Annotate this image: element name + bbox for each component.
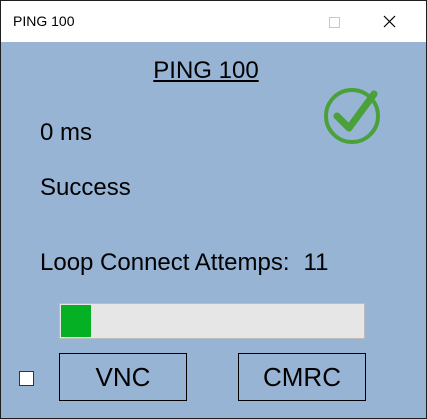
loop-attempts-label: Loop Connect Attemps: xyxy=(40,249,290,276)
page-title: PING 100 xyxy=(153,57,259,84)
option-checkbox[interactable] xyxy=(19,371,34,386)
check-circle-icon xyxy=(324,88,380,144)
progress-bar xyxy=(59,303,365,339)
title-bar[interactable]: PING 100 xyxy=(1,1,426,42)
maximize-button[interactable] xyxy=(311,1,357,42)
cmrc-button[interactable]: CMRC xyxy=(238,353,366,401)
app-window: PING 100 PING 100 0 ms Success Loop Conn… xyxy=(0,0,427,419)
status-text: Success xyxy=(40,174,131,201)
close-button[interactable] xyxy=(366,1,412,42)
latency-value: 0 ms xyxy=(40,119,93,146)
loop-attempts-row: Loop Connect Attemps: 11 xyxy=(40,249,328,277)
window-title: PING 100 xyxy=(13,13,75,29)
minimize-button[interactable] xyxy=(257,1,303,42)
vnc-button[interactable]: VNC xyxy=(59,353,187,401)
loop-attempts-count: 11 xyxy=(303,249,329,276)
progress-fill xyxy=(61,305,91,337)
client-area: PING 100 0 ms Success Loop Connect Attem… xyxy=(1,42,426,418)
maximize-icon xyxy=(329,17,340,28)
close-icon xyxy=(383,15,396,28)
